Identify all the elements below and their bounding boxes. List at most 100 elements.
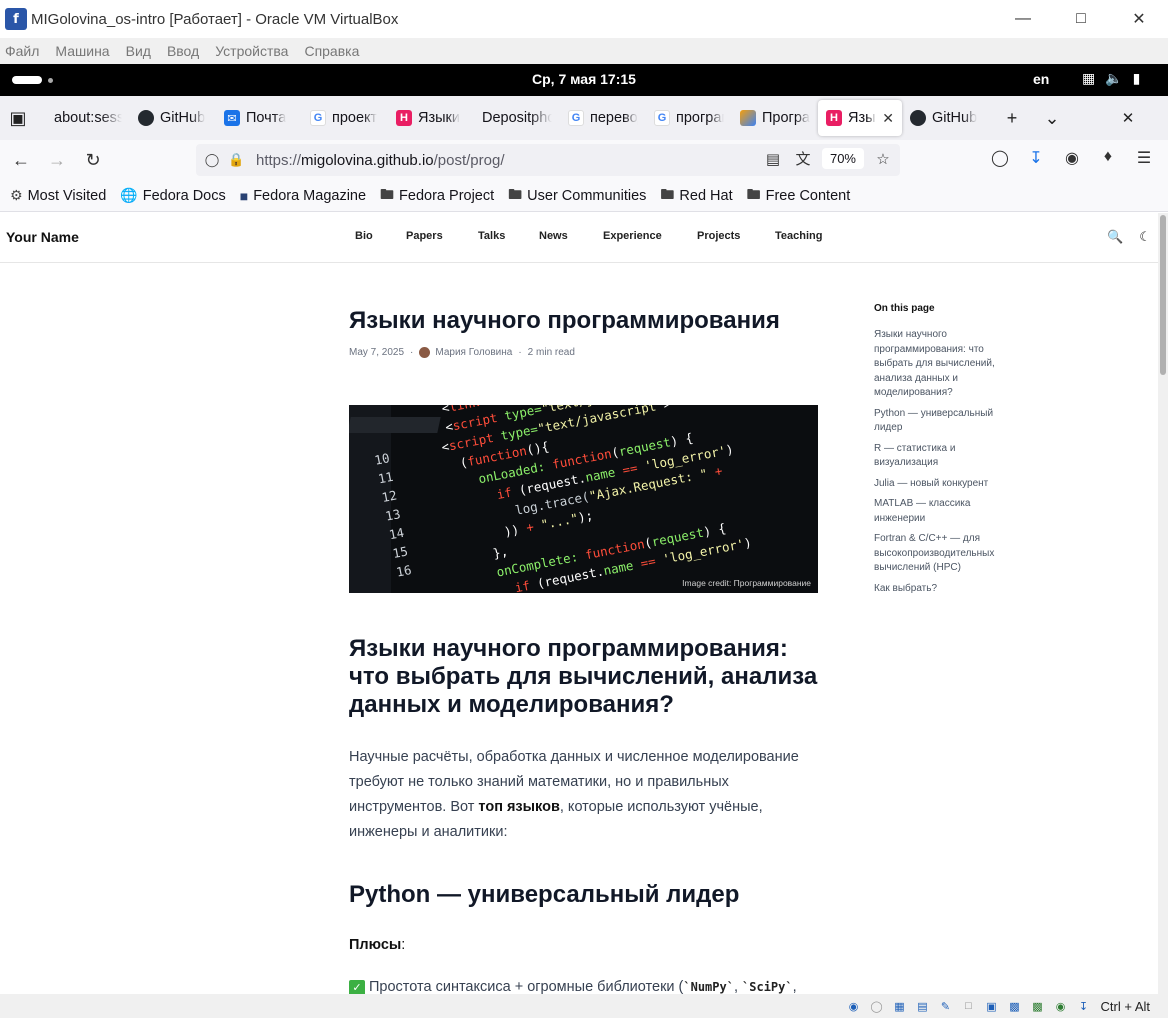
reader-view-icon[interactable]: ▤	[762, 150, 784, 168]
tab-google-project[interactable]: G проект	[302, 100, 388, 136]
nav-talks[interactable]: Talks	[478, 230, 539, 242]
bookmark-user-communities[interactable]: 🖿 User Communities	[508, 184, 646, 208]
tab-github-2[interactable]: GitHub	[902, 100, 994, 136]
bookmark-star-icon[interactable]: ☆	[872, 150, 894, 168]
toc-item[interactable]: Python — универсальный лидер	[874, 407, 1014, 436]
page-scrollbar[interactable]	[1158, 213, 1168, 994]
minimize-button[interactable]: —	[994, 0, 1052, 38]
translate-icon[interactable]: 文	[792, 148, 814, 169]
keyboard-layout[interactable]: en	[1033, 71, 1049, 87]
checkmark-icon: ✓	[349, 980, 365, 994]
gnome-top-bar: Ср, 7 мая 17:15 en ▦ 🔈 ▮	[0, 64, 1168, 96]
site-name-link[interactable]: Your Name	[6, 229, 79, 245]
tab-programming[interactable]: Программирование	[732, 100, 818, 136]
bookmarks-bar: ⚙ Most Visited 🌐 Fedora Docs ■ Fedora Magaz…	[0, 180, 1168, 212]
close-window-button[interactable]: ✕	[1110, 0, 1168, 38]
shared-folders-icon[interactable]: □	[960, 997, 978, 1015]
maximize-button[interactable]: □	[1052, 0, 1110, 38]
lock-icon[interactable]: 🔒	[228, 152, 244, 168]
tab-sessionrestore[interactable]: about:sessionrestore	[46, 100, 130, 136]
toc-item[interactable]: Fortran & C/C++ — для высокопроизводител…	[874, 532, 1014, 576]
tab-google-translate[interactable]: G перевод	[560, 100, 646, 136]
guest-additions-icon[interactable]: ◉	[1052, 997, 1070, 1015]
nav-experience[interactable]: Experience	[603, 230, 697, 242]
list-item: ✓ Простота синтаксиса + огромные библиоте…	[349, 979, 797, 994]
toc-item[interactable]: Как выбрать?	[874, 582, 1014, 597]
bookmark-most-visited[interactable]: ⚙ Most Visited	[10, 187, 106, 204]
bookmark-fedora-docs[interactable]: 🌐 Fedora Docs	[120, 187, 225, 204]
nav-projects[interactable]: Projects	[697, 230, 775, 242]
tab-depositphotos[interactable]: Depositphotos	[474, 100, 560, 136]
image-credit: Image credit: Программирование	[682, 578, 811, 588]
menu-icon[interactable]: ☰	[1132, 148, 1156, 168]
tab-google-programming[interactable]: G программирование	[646, 100, 732, 136]
close-tab-icon[interactable]: ✕	[882, 110, 894, 127]
folder-icon: 🖿	[660, 185, 675, 202]
pocket-icon[interactable]: ◯	[988, 148, 1012, 168]
audio-icon[interactable]: ▦	[891, 997, 909, 1015]
network-adapter-icon[interactable]: ▤	[914, 997, 932, 1015]
menu-input[interactable]: Ввод	[167, 43, 199, 59]
bookmark-red-hat[interactable]: 🖿 Red Hat	[660, 184, 732, 208]
cpu-icon[interactable]: ▩	[1029, 997, 1047, 1015]
site-header: Your Name Bio Papers Talks News Experien…	[0, 213, 1158, 263]
tracking-protection-icon[interactable]: ◯	[204, 152, 220, 168]
bookmark-free-content[interactable]: 🖿 Free Content	[747, 184, 851, 208]
display-icon[interactable]: ▣	[983, 997, 1001, 1015]
code-screenshot: <link rel="stylesheet" href="http://loca…	[373, 405, 753, 593]
firefox-view-icon[interactable]: ▣	[0, 100, 36, 136]
toc-title: On this page	[874, 303, 935, 314]
tab-github[interactable]: GitHub	[130, 100, 216, 136]
extensions-icon[interactable]: ♦	[1096, 148, 1120, 168]
url-text[interactable]: https://migolovina.github.io/post/prog/	[256, 152, 505, 169]
nav-papers[interactable]: Papers	[406, 230, 478, 242]
featured-image: <link rel="stylesheet" href="http://loca…	[349, 405, 818, 593]
host-key-label: Ctrl + Alt	[1100, 998, 1151, 1014]
tab-languages-active[interactable]: H Языки ✕	[818, 100, 902, 136]
colorful-icon	[740, 110, 756, 126]
tab-languages[interactable]: H Языки	[388, 100, 474, 136]
nav-teaching[interactable]: Teaching	[775, 230, 835, 242]
menu-view[interactable]: Вид	[126, 43, 151, 59]
close-browser-icon[interactable]: ✕	[1110, 100, 1146, 136]
bookmark-fedora-project[interactable]: 🖿 Fedora Project	[380, 184, 494, 208]
github-icon	[138, 110, 154, 126]
usb-icon[interactable]: ✎	[937, 997, 955, 1015]
menu-machine[interactable]: Машина	[55, 43, 109, 59]
back-icon[interactable]: ←	[3, 144, 39, 176]
search-icon[interactable]: 🔍	[1107, 229, 1123, 245]
web-page: Your Name Bio Papers Talks News Experien…	[0, 213, 1158, 994]
article-author[interactable]: Мария Головина	[435, 347, 512, 358]
vbox-title-bar: f MIGolovina_os-intro [Работает] - Oracl…	[0, 0, 1168, 38]
mouse-integration-icon[interactable]: ↧	[1075, 997, 1093, 1015]
clock[interactable]: Ср, 7 мая 17:15	[0, 71, 1168, 87]
intro-paragraph: Научные расчёты, обработка данных и числ…	[349, 749, 799, 840]
scrollbar-thumb[interactable]	[1160, 215, 1166, 375]
list-all-tabs-icon[interactable]: ⌄	[1034, 100, 1070, 136]
toc-item[interactable]: MATLAB — классика инженерии	[874, 497, 1014, 526]
reload-icon[interactable]: ↻	[75, 144, 111, 176]
hard-disk-icon[interactable]: ◉	[845, 997, 863, 1015]
toc-item[interactable]: Julia — новый конкурент	[874, 477, 1014, 492]
toc-item[interactable]: R — статистика и визуализация	[874, 442, 1014, 471]
optical-drive-icon[interactable]: ◯	[868, 997, 886, 1015]
downloads-icon[interactable]: ↧	[1024, 148, 1048, 168]
forward-icon[interactable]: →	[39, 144, 75, 176]
tab-mail[interactable]: ✉ Почта	[216, 100, 302, 136]
virtualbox-app-icon: f	[5, 8, 27, 30]
menu-file[interactable]: Файл	[5, 43, 39, 59]
menu-help[interactable]: Справка	[304, 43, 359, 59]
vbox-menu-bar: Файл Машина Вид Ввод Устройства Справка	[0, 38, 1168, 64]
url-bar[interactable]: ◯ 🔒 https://migolovina.github.io/post/pr…	[196, 144, 900, 176]
account-icon[interactable]: ◉	[1060, 148, 1084, 168]
nav-news[interactable]: News	[539, 230, 603, 242]
dark-mode-icon[interactable]: ☾	[1139, 229, 1151, 245]
nav-bio[interactable]: Bio	[355, 230, 406, 242]
menu-devices[interactable]: Устройства	[215, 43, 288, 59]
toc-item[interactable]: Языки научного программирования: что выб…	[874, 328, 1014, 401]
video-capture-icon[interactable]: ▩	[1006, 997, 1024, 1015]
zoom-indicator[interactable]: 70%	[821, 148, 864, 169]
new-tab-icon[interactable]: +	[994, 100, 1030, 136]
bookmark-fedora-magazine[interactable]: ■ Fedora Magazine	[240, 188, 366, 204]
system-tray[interactable]: ▦ 🔈 ▮	[1082, 70, 1140, 87]
